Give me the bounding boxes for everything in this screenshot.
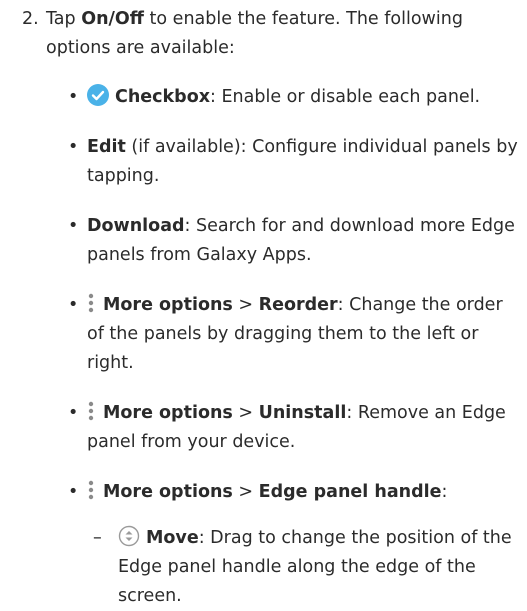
step-intro-prefix: Tap	[46, 9, 82, 29]
list-item-text: Download: Search for and download more E…	[87, 212, 522, 270]
item-sep: >	[232, 403, 259, 423]
bullet: •	[68, 137, 79, 157]
item-bold-2: Uninstall	[258, 403, 347, 423]
move-icon	[118, 525, 140, 547]
more-options-icon	[87, 292, 95, 314]
bullet: •	[68, 295, 79, 315]
bullet: •	[68, 216, 79, 236]
item-bold-2: Reorder	[258, 295, 338, 315]
checkbox-icon	[87, 84, 109, 106]
item-bold: More options	[103, 295, 233, 315]
step-intro: Tap On/Off to enable the feature. The fo…	[46, 5, 514, 63]
item-bold: Edit	[87, 137, 126, 157]
step-number: 2.	[22, 9, 39, 29]
item-desc: (if available): Configure individual pan…	[87, 137, 518, 186]
bullet: •	[68, 482, 79, 502]
sub-list-item-text: Move: Drag to change the position of the…	[118, 524, 518, 611]
item-desc: :	[441, 482, 448, 502]
item-bold-2: Edge panel handle	[258, 482, 442, 502]
list-item-text: Edit (if available): Configure individua…	[87, 133, 522, 191]
item-sep: >	[232, 482, 259, 502]
more-options-icon	[87, 479, 95, 501]
item-bold: Checkbox	[115, 87, 211, 107]
item-bold: Download	[87, 216, 185, 236]
list-item-text: More options > Reorder: Change the order…	[87, 291, 522, 378]
sub-item-bold: Move	[146, 528, 199, 548]
bullet: •	[68, 403, 79, 423]
more-options-icon	[87, 400, 95, 422]
list-item-text: Checkbox: Enable or disable each panel.	[87, 83, 522, 112]
item-desc: : Enable or disable each panel.	[210, 87, 481, 107]
bullet: •	[68, 87, 79, 107]
list-item-text: More options > Edge panel handle:	[87, 478, 522, 507]
item-bold: More options	[103, 482, 233, 502]
item-bold: More options	[103, 403, 233, 423]
item-sep: >	[232, 295, 259, 315]
list-item-text: More options > Uninstall: Remove an Edge…	[87, 399, 522, 457]
dash-marker: –	[93, 528, 102, 548]
step-intro-bold: On/Off	[81, 9, 144, 29]
